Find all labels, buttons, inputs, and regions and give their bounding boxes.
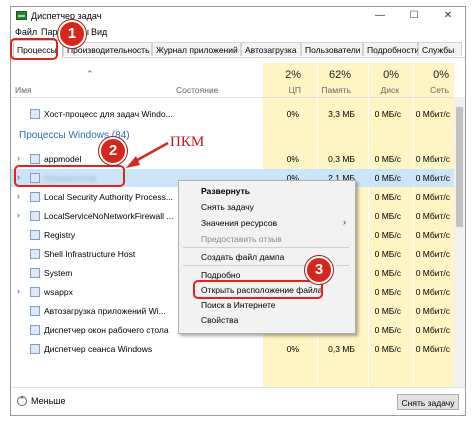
step-badge-3: 3 — [305, 256, 333, 284]
step-badge-1: 1 — [58, 20, 86, 48]
step-badge-2: 2 — [99, 137, 127, 165]
annotation-arrow-layer — [126, 141, 169, 168]
arrow-head-icon — [126, 156, 140, 168]
pkm-label: ПКМ — [170, 134, 205, 150]
